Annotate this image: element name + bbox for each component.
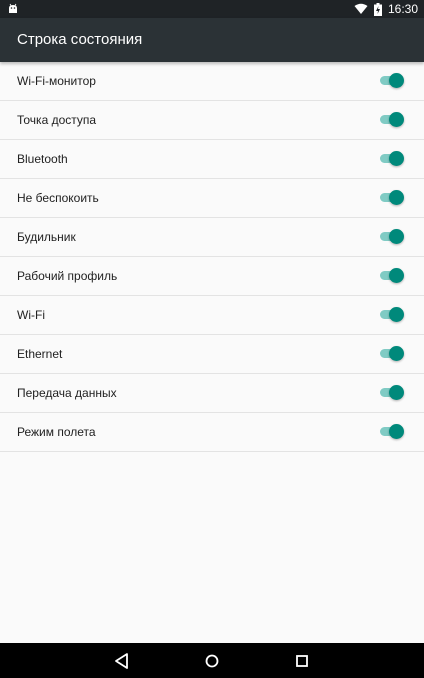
list-item-label: Bluetooth: [17, 152, 68, 166]
list-item-label: Wi-Fi-монитор: [17, 74, 96, 88]
status-bar: 16:30: [0, 0, 424, 18]
toggle-switch[interactable]: [380, 385, 404, 401]
toggle-switch[interactable]: [380, 307, 404, 323]
back-triangle-icon[interactable]: [111, 650, 133, 672]
list-item-label: Ethernet: [17, 347, 63, 361]
switch-thumb: [389, 385, 404, 400]
page-title: Строка состояния: [17, 31, 143, 48]
navigation-bar: [0, 643, 424, 678]
switch-thumb: [389, 73, 404, 88]
list-item-hotspot[interactable]: Точка доступа: [0, 101, 424, 140]
toggle-switch[interactable]: [380, 424, 404, 440]
battery-icon: [373, 2, 382, 16]
settings-list: Wi-Fi-монитор Точка доступа Bluetooth Не…: [0, 62, 424, 452]
toggle-switch[interactable]: [380, 346, 404, 362]
list-item-label: Передача данных: [17, 386, 117, 400]
switch-thumb: [389, 151, 404, 166]
app-bar: Строка состояния: [0, 18, 424, 62]
list-item-mobile-data[interactable]: Передача данных: [0, 374, 424, 413]
toggle-switch[interactable]: [380, 190, 404, 206]
list-item-wifi[interactable]: Wi-Fi: [0, 296, 424, 335]
toggle-switch[interactable]: [380, 268, 404, 284]
toggle-switch[interactable]: [380, 112, 404, 128]
status-time: 16:30: [387, 2, 418, 16]
switch-thumb: [389, 268, 404, 283]
list-item-work-profile[interactable]: Рабочий профиль: [0, 257, 424, 296]
list-item-label: Не беспокоить: [17, 191, 99, 205]
list-item-alarm[interactable]: Будильник: [0, 218, 424, 257]
home-circle-icon[interactable]: [201, 650, 223, 672]
android-icon: [6, 2, 20, 16]
toggle-switch[interactable]: [380, 229, 404, 245]
toggle-switch[interactable]: [380, 151, 404, 167]
switch-thumb: [389, 307, 404, 322]
switch-thumb: [389, 346, 404, 361]
list-item-label: Будильник: [17, 230, 76, 244]
list-item-airplane-mode[interactable]: Режим полета: [0, 413, 424, 452]
list-item-bluetooth[interactable]: Bluetooth: [0, 140, 424, 179]
list-item-do-not-disturb[interactable]: Не беспокоить: [0, 179, 424, 218]
switch-thumb: [389, 190, 404, 205]
switch-thumb: [389, 112, 404, 127]
list-item-ethernet[interactable]: Ethernet: [0, 335, 424, 374]
list-item-label: Рабочий профиль: [17, 269, 118, 283]
list-item-label: Режим полета: [17, 425, 96, 439]
toggle-switch[interactable]: [380, 73, 404, 89]
wifi-icon: [354, 3, 368, 15]
recents-square-icon[interactable]: [291, 650, 313, 672]
switch-thumb: [389, 424, 404, 439]
switch-thumb: [389, 229, 404, 244]
list-item-label: Wi-Fi: [17, 308, 45, 322]
list-item-wifi-monitor[interactable]: Wi-Fi-монитор: [0, 62, 424, 101]
list-item-label: Точка доступа: [17, 113, 97, 127]
